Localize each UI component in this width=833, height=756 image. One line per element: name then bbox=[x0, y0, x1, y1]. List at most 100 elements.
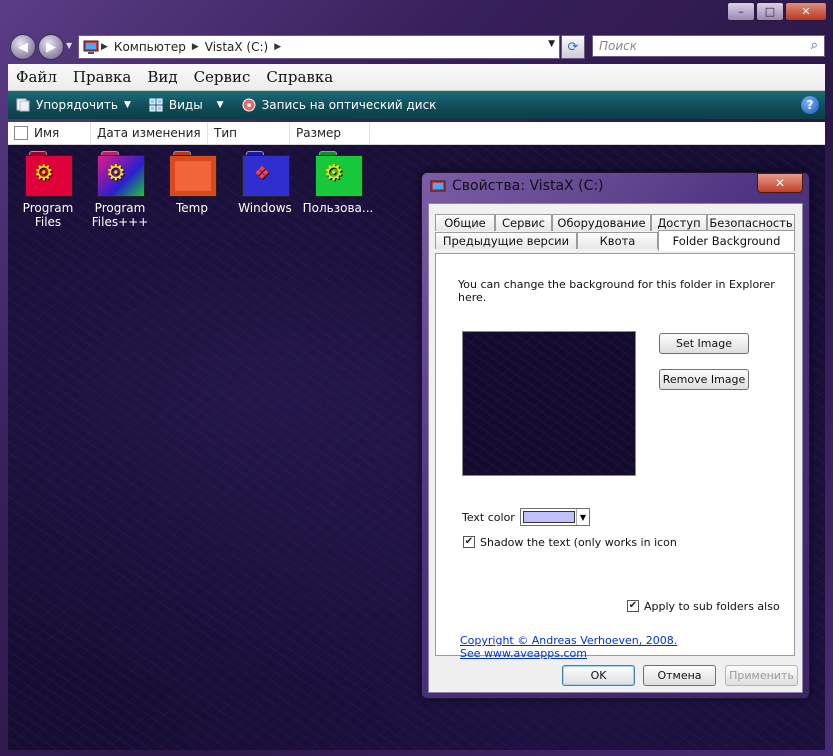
background-preview bbox=[462, 331, 636, 476]
address-bar[interactable]: ▶ Компьютер ▶ VistaX (C:) ▶ ▼ bbox=[78, 35, 560, 59]
menu-help[interactable]: Справка bbox=[266, 68, 333, 86]
search-input[interactable]: Поиск ⌕ bbox=[592, 35, 825, 57]
color-swatch bbox=[523, 511, 575, 523]
column-name[interactable]: Имя bbox=[8, 122, 91, 144]
description-text: You can change the background for this f… bbox=[458, 278, 775, 304]
select-all-checkbox[interactable] bbox=[14, 126, 28, 140]
column-headers: Имя Дата изменения Тип Размер bbox=[8, 122, 825, 145]
file-name: Пользова... bbox=[302, 201, 374, 215]
apply-subfolders-checkbox[interactable]: ✔ bbox=[627, 600, 639, 612]
apply-button[interactable]: Применить bbox=[725, 665, 798, 686]
back-button[interactable]: ◀ bbox=[10, 34, 36, 60]
organize-button[interactable]: Упорядочить ▼ bbox=[16, 98, 131, 112]
ok-button[interactable]: OK bbox=[562, 665, 635, 686]
file-item[interactable]: Temp bbox=[156, 151, 228, 215]
computer-icon bbox=[83, 40, 99, 54]
menu-file[interactable]: Файл bbox=[16, 68, 57, 86]
text-color-picker[interactable]: ▼ bbox=[520, 508, 590, 526]
drive-icon bbox=[430, 180, 446, 192]
chevron-down-icon: ▼ bbox=[123, 100, 131, 110]
file-item[interactable]: ⚙ Пользова... bbox=[302, 151, 374, 215]
help-icon[interactable]: ? bbox=[801, 96, 819, 114]
close-button[interactable]: ✕ bbox=[785, 2, 827, 21]
shadow-text-label: Shadow the text (only works in icon vie bbox=[480, 536, 680, 549]
text-color-label: Text color bbox=[462, 511, 515, 524]
breadcrumb-arrow-icon: ▶ bbox=[274, 42, 282, 52]
menu-bar: Файл Правка Вид Сервис Справка bbox=[8, 64, 825, 91]
minimize-button[interactable]: – bbox=[727, 2, 755, 21]
command-bar: Упорядочить ▼ Виды ▼ Запись на оптически… bbox=[8, 91, 825, 119]
dialog-body: Общие Сервис Оборудование Доступ Безопас… bbox=[428, 203, 803, 693]
copyright-link[interactable]: Copyright © Andreas Verhoeven, 2008. See… bbox=[460, 634, 690, 660]
views-label: Виды bbox=[168, 98, 203, 112]
tab-quota[interactable]: Квота bbox=[577, 232, 658, 249]
views-button[interactable]: Виды ▼ bbox=[149, 98, 224, 112]
forward-button[interactable]: ▶ bbox=[38, 34, 64, 60]
gear-icon: ⚙ bbox=[34, 161, 54, 186]
recent-pages-icon[interactable]: ▼ bbox=[66, 41, 72, 50]
views-icon bbox=[149, 98, 163, 112]
tab-tools[interactable]: Сервис bbox=[495, 214, 552, 231]
breadcrumb-arrow-icon: ▶ bbox=[191, 42, 199, 52]
burn-button[interactable]: Запись на оптический диск bbox=[242, 98, 437, 112]
disc-icon bbox=[242, 98, 256, 112]
column-type-label: Тип bbox=[214, 126, 237, 140]
windows-logo-icon: ❖ bbox=[254, 163, 271, 184]
search-placeholder: Поиск bbox=[599, 39, 638, 53]
dialog-title: Свойства: VistaX (C:) bbox=[452, 178, 604, 194]
menu-edit[interactable]: Правка bbox=[73, 68, 131, 86]
tab-security[interactable]: Безопасность bbox=[707, 214, 795, 231]
window-controls: – □ ✕ bbox=[726, 2, 827, 21]
tab-panel: You can change the background for this f… bbox=[435, 253, 795, 660]
column-type[interactable]: Тип bbox=[208, 122, 290, 144]
tab-hardware[interactable]: Оборудование bbox=[552, 214, 651, 231]
column-size[interactable]: Размер bbox=[290, 122, 370, 144]
cancel-button[interactable]: Отмена bbox=[643, 665, 716, 686]
breadcrumb-computer[interactable]: Компьютер bbox=[114, 40, 186, 54]
folder-icon: ❖ bbox=[242, 151, 290, 197]
search-icon[interactable]: ⌕ bbox=[811, 38, 818, 53]
file-item[interactable]: ⚙ Program Files+++ bbox=[84, 151, 156, 229]
organize-label: Упорядочить bbox=[36, 98, 118, 112]
column-name-label: Имя bbox=[34, 126, 60, 140]
tab-folder-background[interactable]: Folder Background bbox=[658, 230, 795, 251]
breadcrumb-drive[interactable]: VistaX (C:) bbox=[205, 40, 268, 54]
navigation-bar: ◀ ▶ ▼ ▶ Компьютер ▶ VistaX (C:) ▶ ▼ ⟳ По… bbox=[8, 32, 825, 60]
file-name: Program Files+++ bbox=[91, 201, 149, 229]
file-item[interactable]: ⚙ Program Files bbox=[12, 151, 84, 229]
properties-dialog: Свойства: VistaX (C:) ✕ Общие Сервис Обо… bbox=[421, 172, 810, 699]
remove-image-button[interactable]: Remove Image bbox=[659, 369, 749, 390]
folder-icon: ⚙ bbox=[25, 151, 73, 197]
apply-subfolders-label: Apply to sub folders also bbox=[644, 600, 780, 613]
tab-sharing[interactable]: Доступ bbox=[651, 214, 707, 231]
shadow-text-checkbox[interactable]: ✔ bbox=[463, 536, 475, 548]
breadcrumb-arrow-icon: ▶ bbox=[101, 42, 108, 52]
maximize-button[interactable]: □ bbox=[756, 2, 784, 21]
file-item[interactable]: ❖ Windows bbox=[229, 151, 301, 215]
organize-icon bbox=[16, 98, 30, 112]
column-date-label: Дата изменения bbox=[97, 126, 201, 140]
gear-icon: ⚙ bbox=[324, 161, 344, 186]
file-name: Windows bbox=[238, 201, 292, 215]
tab-previous-versions[interactable]: Предыдущие версии bbox=[435, 232, 577, 249]
dialog-close-button[interactable]: ✕ bbox=[757, 173, 803, 193]
menu-tools[interactable]: Сервис bbox=[194, 68, 251, 86]
file-name: Temp bbox=[176, 201, 208, 215]
column-size-label: Размер bbox=[296, 126, 342, 140]
folder-icon: ⚙ bbox=[315, 151, 363, 197]
burn-label: Запись на оптический диск bbox=[261, 98, 437, 112]
refresh-button[interactable]: ⟳ bbox=[561, 35, 585, 59]
menu-view[interactable]: Вид bbox=[147, 68, 177, 86]
set-image-button[interactable]: Set Image bbox=[659, 333, 749, 354]
folder-icon: ⚙ bbox=[97, 151, 145, 197]
chevron-down-icon: ▼ bbox=[216, 100, 224, 110]
tab-general[interactable]: Общие bbox=[435, 214, 495, 231]
gear-icon: ⚙ bbox=[106, 161, 126, 186]
file-name: Program Files bbox=[22, 201, 74, 229]
chevron-down-icon: ▼ bbox=[576, 509, 589, 525]
column-date[interactable]: Дата изменения bbox=[91, 122, 208, 144]
address-dropdown-icon[interactable]: ▼ bbox=[548, 39, 555, 49]
dialog-title-bar: Свойства: VistaX (C:) bbox=[430, 178, 604, 194]
folder-icon bbox=[169, 151, 217, 197]
explorer-window: – □ ✕ ◀ ▶ ▼ ▶ Компьютер ▶ VistaX (C:) ▶ … bbox=[0, 0, 833, 756]
